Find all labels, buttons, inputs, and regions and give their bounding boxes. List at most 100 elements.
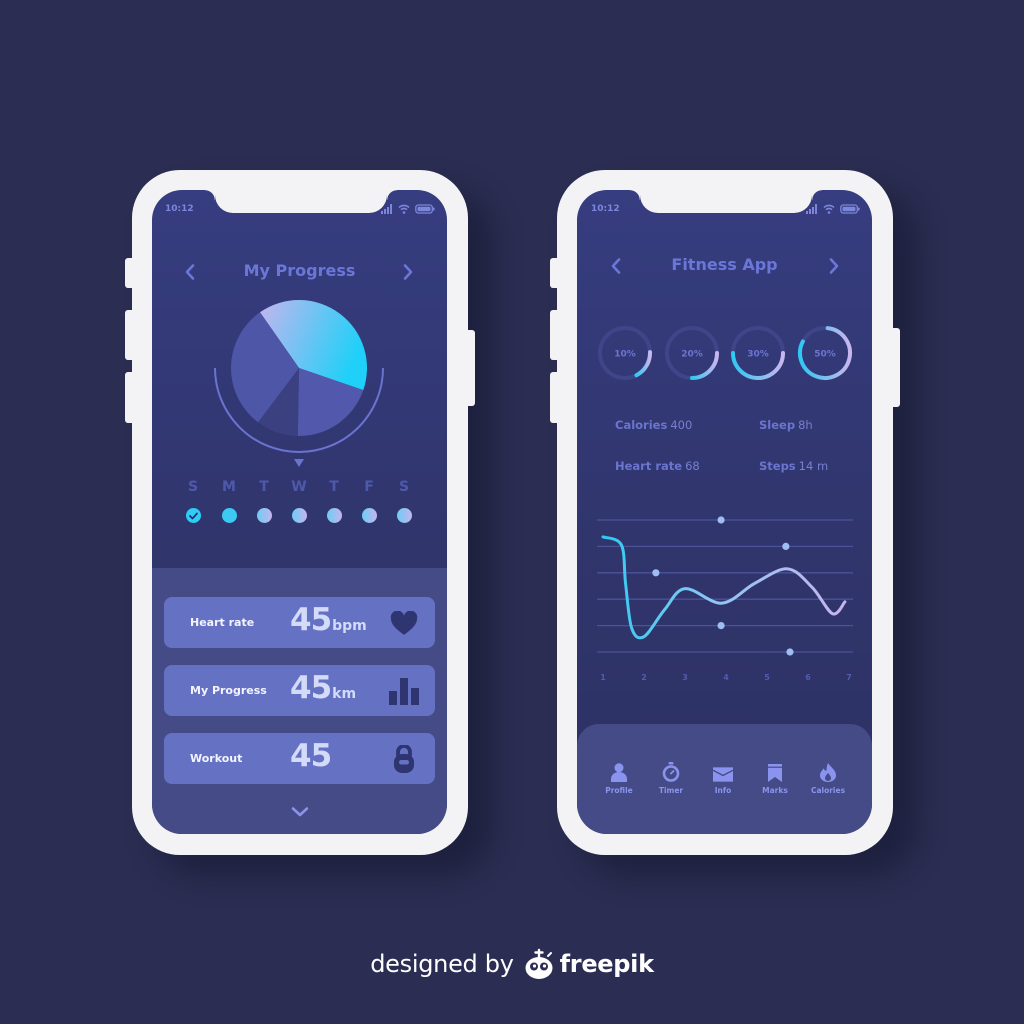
phone-my-progress: 10:12 My Progress S M T W T F S Heart ra… — [125, 170, 475, 855]
show-more-button[interactable] — [291, 803, 309, 817]
metric-card-workout[interactable]: Workout 45 — [164, 733, 435, 784]
series-line — [601, 535, 847, 640]
progress-ring[interactable]: 20% — [665, 326, 719, 380]
progress-rings: 10% 20% 30% 50% — [598, 326, 852, 380]
mute-switch — [125, 258, 135, 288]
day-dot[interactable] — [185, 508, 201, 523]
check-icon — [188, 512, 198, 519]
stat-steps: Steps 14 m — [759, 459, 828, 473]
metric-card-heart-rate[interactable]: Heart rate 45bpm — [164, 597, 435, 648]
stat-value: 68 — [685, 459, 700, 473]
day-label: T — [259, 479, 269, 495]
progress-ring[interactable]: 50% — [798, 326, 852, 380]
scatter-point — [717, 516, 725, 524]
stat-value: 400 — [670, 418, 693, 432]
x-tick-label: 4 — [723, 673, 729, 682]
ring-label: 50% — [814, 350, 836, 360]
progress-ring[interactable]: 10% — [598, 326, 652, 380]
next-button[interactable] — [828, 257, 840, 275]
wifi-icon — [398, 204, 410, 214]
status-time: 10:12 — [165, 204, 194, 214]
stat-sleep: Sleep 8h — [759, 418, 813, 432]
mute-switch — [550, 258, 560, 288]
x-tick-label: 2 — [641, 673, 647, 682]
ring-label: 20% — [681, 350, 703, 360]
bookmark-icon — [765, 762, 785, 782]
stat-calories: Calories 400 — [615, 418, 692, 432]
notch — [630, 190, 822, 213]
day-label: M — [222, 479, 236, 495]
progress-ring[interactable]: 30% — [731, 326, 785, 380]
card-value: 45 — [290, 740, 332, 778]
envelope-icon — [713, 762, 733, 782]
card-value: 45bpm — [290, 604, 367, 642]
ring-label: 10% — [614, 350, 636, 360]
tab-info[interactable]: Info — [698, 762, 748, 795]
tab-label: Calories — [810, 786, 846, 795]
bar-chart-icon — [389, 677, 419, 705]
volume-up-button — [550, 310, 560, 360]
tab-label: Info — [714, 786, 732, 795]
scatter-point — [717, 622, 725, 630]
ring-progress-arc — [634, 350, 652, 378]
tab-label: Timer — [658, 786, 684, 795]
stat-label: Calories — [615, 418, 668, 432]
card-number: 45 — [290, 670, 332, 706]
card-unit: km — [332, 686, 357, 702]
tab-calories[interactable]: Calories — [803, 762, 853, 795]
card-label: Workout — [190, 752, 243, 765]
day-dot[interactable] — [396, 508, 412, 523]
grid-lines — [597, 519, 853, 653]
stat-label: Steps — [759, 459, 796, 473]
day-dot[interactable] — [291, 508, 307, 523]
freepik-logo-icon — [525, 948, 553, 979]
stat-label: Heart rate — [615, 459, 683, 473]
ring-label: 30% — [747, 350, 769, 360]
day-dot[interactable] — [361, 508, 377, 523]
next-button[interactable] — [402, 263, 414, 281]
stat-heart-rate: Heart rate 68 — [615, 459, 700, 473]
notch — [205, 190, 397, 213]
battery-icon — [840, 204, 860, 214]
attribution-prefix: designed by — [370, 950, 514, 978]
day-dot[interactable] — [256, 508, 272, 523]
profile-icon — [609, 762, 629, 782]
scatter-point — [786, 648, 794, 656]
tab-label: Marks — [762, 786, 788, 795]
wifi-icon — [823, 204, 835, 214]
progress-pie-chart — [214, 300, 384, 467]
stat-value: 8h — [798, 418, 813, 432]
x-tick-label: 1 — [600, 673, 606, 682]
tab-profile[interactable]: Profile — [594, 762, 644, 795]
status-icons — [806, 204, 860, 214]
x-tick-label: 7 — [846, 673, 852, 682]
flame-icon — [818, 762, 838, 782]
x-tick-label: 3 — [682, 673, 688, 682]
chevron-down-icon — [291, 807, 309, 817]
volume-down-button — [125, 372, 135, 423]
scatter-point — [782, 542, 790, 550]
pie-slices — [231, 300, 367, 436]
status-icons — [381, 204, 435, 214]
activity-line-chart: 1 2 3 4 5 6 7 — [597, 516, 853, 682]
day-label: S — [398, 479, 410, 495]
day-dot[interactable] — [221, 508, 237, 523]
power-button — [890, 328, 900, 407]
status-time: 10:12 — [591, 204, 620, 214]
timer-icon — [661, 762, 681, 782]
day-label: F — [364, 479, 374, 495]
metric-card-my-progress[interactable]: My Progress 45km — [164, 665, 435, 716]
volume-down-button — [550, 372, 560, 423]
card-label: My Progress — [190, 684, 267, 697]
tab-timer[interactable]: Timer — [646, 762, 696, 795]
card-label: Heart rate — [190, 616, 255, 629]
attribution-brand: freepik — [559, 950, 654, 978]
tab-marks[interactable]: Marks — [750, 762, 800, 795]
pie-pointer-triangle — [294, 459, 304, 467]
day-dot[interactable] — [326, 508, 342, 523]
battery-icon — [415, 204, 435, 214]
screen: 10:12 My Progress S M T W T F S Heart ra… — [152, 190, 447, 834]
stat-value: 14 m — [798, 459, 829, 473]
attribution: designed by freepik — [0, 944, 1024, 984]
card-number: 45 — [290, 738, 332, 774]
